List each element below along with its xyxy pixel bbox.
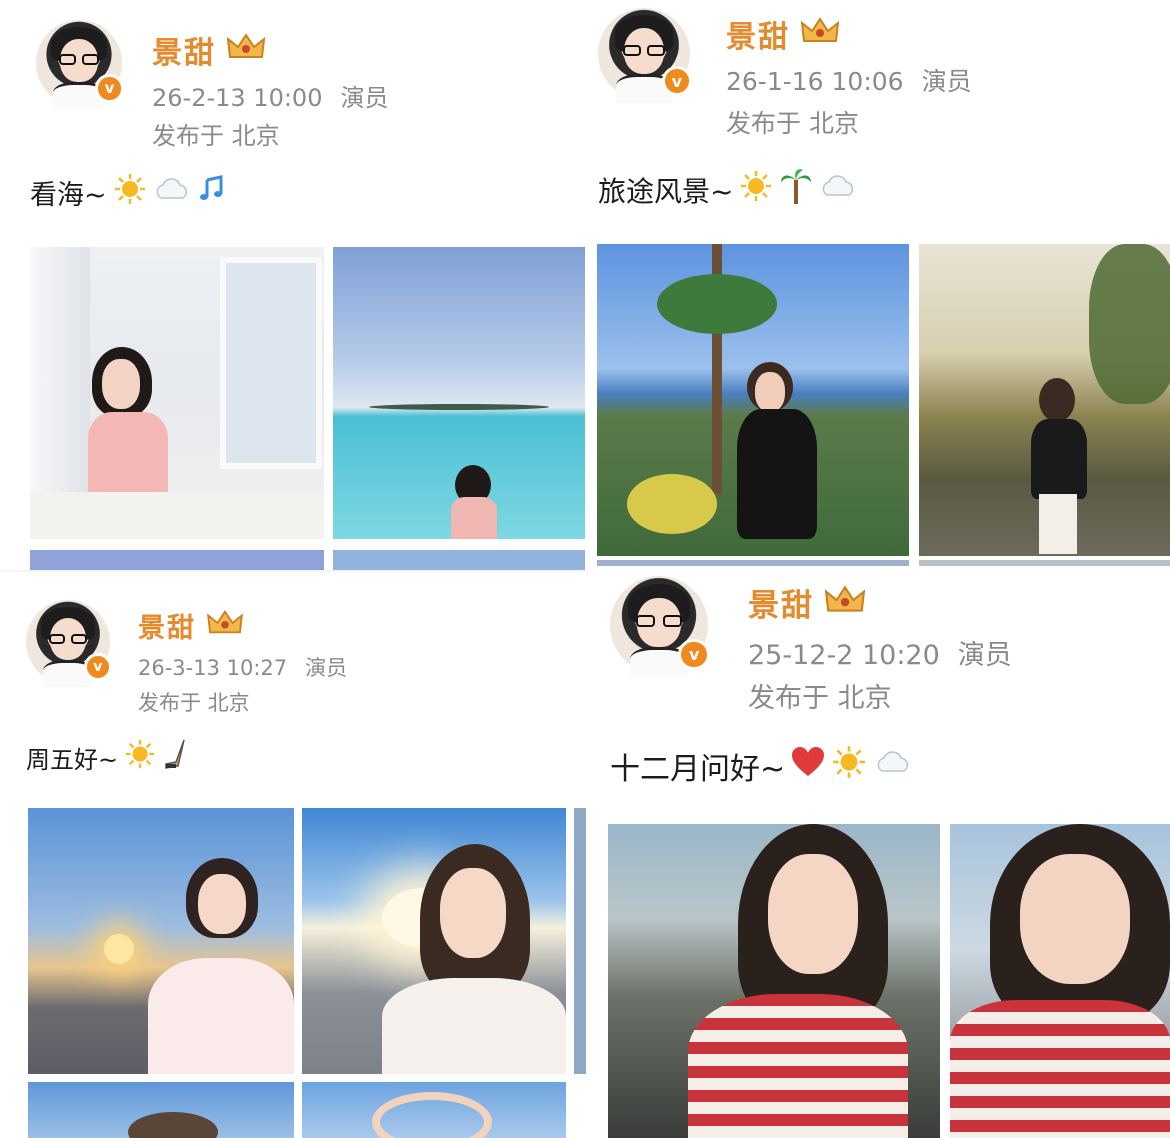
weibo-post-card: v 景甜 26-1-16 10:06 演员 发布于 北京 旅途风景~: [588, 0, 1170, 566]
post-photo[interactable]: [608, 824, 940, 1138]
post-text: 旅途风景~: [598, 166, 857, 213]
post-role: 演员: [957, 640, 1012, 671]
post-meta: 26-3-13 10:27 演员: [138, 652, 347, 682]
post-photo[interactable]: [950, 824, 1170, 1138]
post-location: 发布于 北京: [138, 691, 250, 715]
post-role: 演员: [305, 656, 348, 680]
post-role: 演员: [921, 67, 972, 96]
cloud-icon: [819, 171, 857, 208]
crown-vip-icon: [206, 608, 244, 643]
post-photo[interactable]: [302, 1082, 566, 1138]
post-photo[interactable]: [28, 808, 294, 1074]
post-role: 演员: [340, 84, 389, 112]
post-location: 发布于 北京: [152, 122, 280, 150]
verified-badge-icon: v: [95, 74, 124, 103]
post-photo[interactable]: [919, 244, 1170, 556]
photo-row-edge: [333, 550, 585, 570]
post-photo[interactable]: [302, 808, 566, 1074]
verified-badge-icon: v: [661, 66, 692, 97]
username[interactable]: 景甜: [138, 606, 244, 645]
weibo-post-card: v 景甜 26-2-13 10:00 演员 发布于 北京 看海~: [0, 0, 588, 570]
hockey-stick-icon: [162, 738, 192, 776]
cloud-icon: [873, 747, 913, 785]
post-date: 25-12-2 10:20: [748, 640, 940, 671]
music-note-icon: [197, 174, 227, 211]
post-photo[interactable]: [333, 247, 585, 539]
crown-vip-icon: [226, 31, 266, 69]
post-location: 发布于 北京: [726, 109, 859, 138]
post-meta: 26-1-16 10:06 演员: [726, 62, 972, 98]
heart-icon: [791, 746, 825, 786]
post-photo[interactable]: [28, 1082, 294, 1138]
post-photo[interactable]: [597, 244, 909, 556]
weibo-post-card: v 景甜 26-3-13 10:27 演员 发布于 北京 周五好~: [0, 572, 588, 1138]
avatar[interactable]: v: [26, 600, 112, 687]
sun-icon: [124, 738, 156, 776]
avatar[interactable]: v: [610, 576, 710, 677]
username[interactable]: 景甜: [748, 580, 866, 625]
post-location: 发布于 北京: [748, 683, 892, 714]
username[interactable]: 景甜: [726, 12, 840, 56]
crown-vip-icon: [800, 15, 840, 53]
verified-badge-icon: v: [678, 638, 710, 671]
post-meta: 25-12-2 10:20 演员: [748, 633, 1012, 672]
photo-row-edge: [574, 808, 586, 1074]
sun-icon: [739, 169, 773, 210]
palm-tree-icon: [779, 166, 813, 213]
post-date: 26-3-13 10:27: [138, 656, 288, 680]
verified-badge-icon: v: [83, 652, 112, 681]
crown-vip-icon: [824, 583, 866, 623]
post-date: 26-1-16 10:06: [726, 67, 904, 96]
photo-row-edge: [30, 550, 324, 570]
sun-icon: [831, 744, 867, 788]
avatar[interactable]: v: [36, 20, 124, 109]
cloud-icon: [153, 174, 191, 211]
post-text: 周五好~: [26, 738, 192, 776]
post-photo[interactable]: [30, 247, 324, 539]
username[interactable]: 景甜: [152, 28, 266, 72]
post-date: 26-2-13 10:00: [152, 84, 323, 112]
weibo-post-card: v 景甜 25-12-2 10:20 演员 发布于 北京 十二月问好~: [588, 566, 1170, 1138]
post-meta: 26-2-13 10:00 演员: [152, 78, 388, 113]
sun-icon: [113, 172, 147, 213]
post-text: 看海~: [30, 172, 227, 213]
avatar[interactable]: v: [598, 8, 692, 103]
post-text: 十二月问好~: [610, 744, 913, 788]
